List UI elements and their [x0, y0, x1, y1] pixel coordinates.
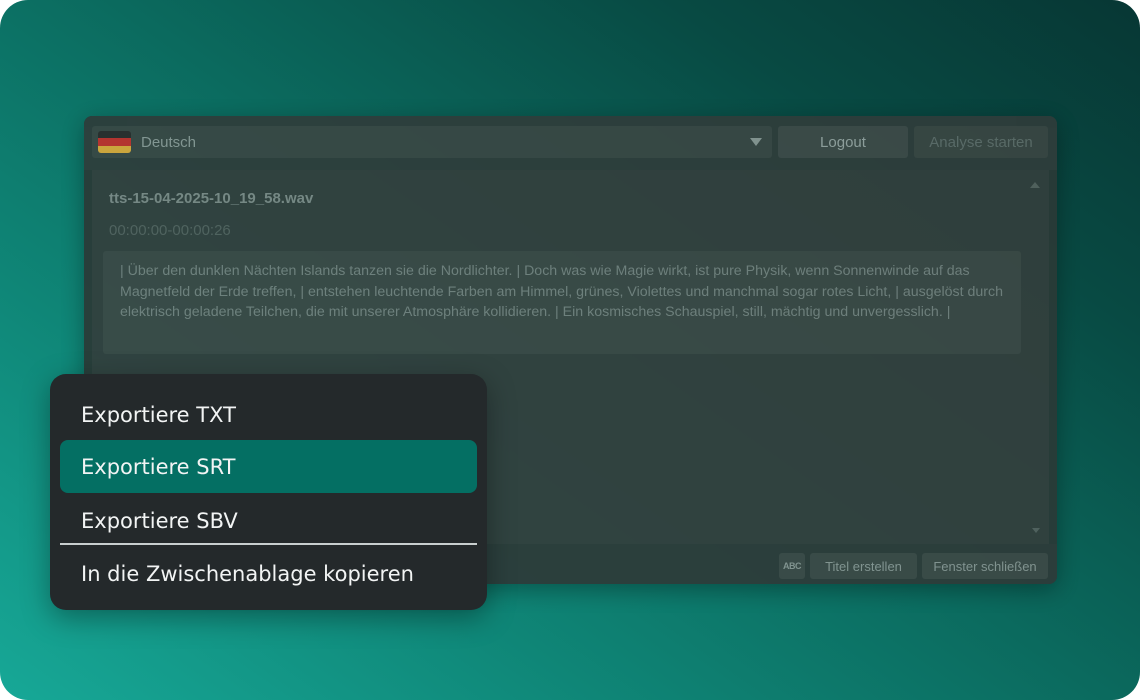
menu-item-export-srt[interactable]: Exportiere SRT [60, 440, 477, 493]
spellcheck-button[interactable]: ABC [779, 553, 805, 579]
scroll-up-icon[interactable] [1030, 182, 1040, 188]
flag-stripe-red [98, 138, 131, 146]
chevron-down-icon [750, 138, 762, 146]
start-analysis-button[interactable]: Analyse starten [914, 126, 1048, 158]
create-title-button[interactable]: Titel erstellen [810, 553, 917, 579]
scroll-down-icon[interactable] [1032, 528, 1040, 533]
close-window-button[interactable]: Fenster schließen [922, 553, 1048, 579]
language-select[interactable]: Deutsch [92, 126, 772, 158]
menu-item-export-sbv[interactable]: Exportiere SBV [60, 494, 477, 547]
logout-button[interactable]: Logout [778, 126, 908, 158]
toolbar: Deutsch Logout Analyse starten [84, 116, 1057, 170]
timecode: 00:00:00-00:00:26 [109, 222, 231, 239]
flag-germany-icon [98, 131, 131, 153]
file-name: tts-15-04-2025-10_19_58.wav [109, 190, 314, 207]
transcript-text[interactable]: | Über den dunklen Nächten Islands tanze… [103, 251, 1021, 354]
background-stage: Deutsch Logout Analyse starten tts-15-04… [0, 0, 1140, 700]
flag-stripe-gold [98, 145, 131, 153]
flag-stripe-black [98, 131, 131, 139]
menu-item-export-txt[interactable]: Exportiere TXT [60, 388, 477, 441]
export-context-menu: Exportiere TXT Exportiere SRT Exportiere… [50, 374, 487, 610]
language-label: Deutsch [141, 133, 197, 151]
menu-divider [60, 543, 477, 545]
menu-item-copy-clipboard[interactable]: In die Zwischenablage kopieren [60, 547, 477, 600]
